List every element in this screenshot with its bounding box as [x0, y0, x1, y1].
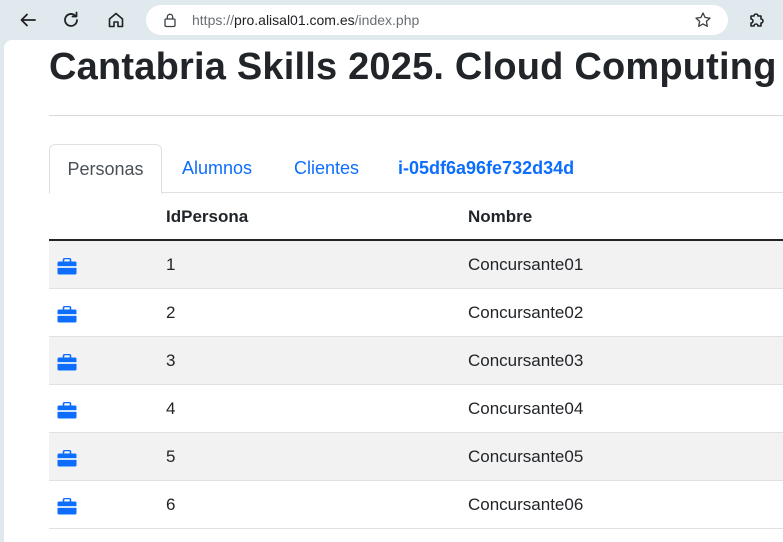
- arrow-left-icon: [20, 13, 36, 27]
- personas-table: IdPersona Nombre 1 Concursante01 2 Concursa…: [49, 193, 783, 529]
- back-button[interactable]: [13, 5, 43, 35]
- cell-nombre: Concursante03: [468, 351, 584, 370]
- url-path: /index.php: [354, 12, 420, 28]
- table-header: IdPersona Nombre: [49, 193, 783, 241]
- briefcase-icon[interactable]: [57, 497, 77, 515]
- cell-nombre: Concursante04: [468, 399, 584, 418]
- briefcase-icon[interactable]: [57, 449, 77, 467]
- table-row: 1 Concursante01: [49, 241, 783, 289]
- column-header-idpersona: IdPersona: [166, 207, 249, 226]
- extensions-button[interactable]: [742, 5, 772, 35]
- address-bar[interactable]: https://pro.alisal01.com.es/index.php: [146, 5, 728, 35]
- cell-idpersona: 6: [166, 495, 176, 514]
- home-icon: [108, 12, 124, 28]
- divider: [49, 115, 783, 116]
- briefcase-icon[interactable]: [57, 305, 77, 323]
- reload-button[interactable]: [56, 5, 86, 35]
- cell-nombre: Concursante05: [468, 447, 584, 466]
- cell-idpersona: 1: [166, 255, 176, 274]
- star-icon[interactable]: [694, 11, 712, 29]
- puzzle-icon: [750, 13, 764, 27]
- table-body: 1 Concursante01 2 Concursante02 3 Concursante…: [49, 241, 783, 529]
- url-text[interactable]: https://pro.alisal01.com.es/index.php: [192, 12, 419, 28]
- table-row: 2 Concursante02: [49, 289, 783, 337]
- url-scheme: https://: [192, 12, 235, 28]
- briefcase-icon[interactable]: [57, 257, 77, 275]
- home-button[interactable]: [101, 5, 131, 35]
- cell-nombre: Concursante02: [468, 303, 584, 322]
- briefcase-icon[interactable]: [57, 353, 77, 371]
- tab-alumnos[interactable]: Alumnos: [182, 144, 252, 193]
- tab-clientes[interactable]: Clientes: [294, 144, 359, 193]
- briefcase-icon[interactable]: [57, 401, 77, 419]
- reload-icon: [64, 11, 78, 27]
- cell-idpersona: 4: [166, 399, 176, 418]
- table-row: 6 Concursante06: [49, 481, 783, 529]
- table-row: 3 Concursante03: [49, 337, 783, 385]
- cell-nombre: Concursante06: [468, 495, 584, 514]
- table-row: 5 Concursante05: [49, 433, 783, 481]
- table-row: 4 Concursante04: [49, 385, 783, 433]
- cell-idpersona: 2: [166, 303, 176, 322]
- page-content: Cantabria Skills 2025. Cloud Computing P…: [4, 40, 783, 542]
- lock-icon[interactable]: [162, 12, 178, 28]
- tab-bar: Personas Alumnos Clientes i-05df6a96fe73…: [49, 144, 783, 194]
- cell-nombre: Concursante01: [468, 255, 584, 274]
- cell-idpersona: 5: [166, 447, 176, 466]
- browser-toolbar: https://pro.alisal01.com.es/index.php: [0, 0, 783, 40]
- tab-personas[interactable]: Personas: [49, 144, 162, 194]
- page-title: Cantabria Skills 2025. Cloud Computing: [49, 46, 777, 88]
- column-header-nombre: Nombre: [468, 207, 533, 226]
- cell-idpersona: 3: [166, 351, 176, 370]
- url-host: pro.alisal01.com.es: [234, 12, 355, 28]
- tab-instance-id[interactable]: i-05df6a96fe732d34d: [398, 144, 574, 193]
